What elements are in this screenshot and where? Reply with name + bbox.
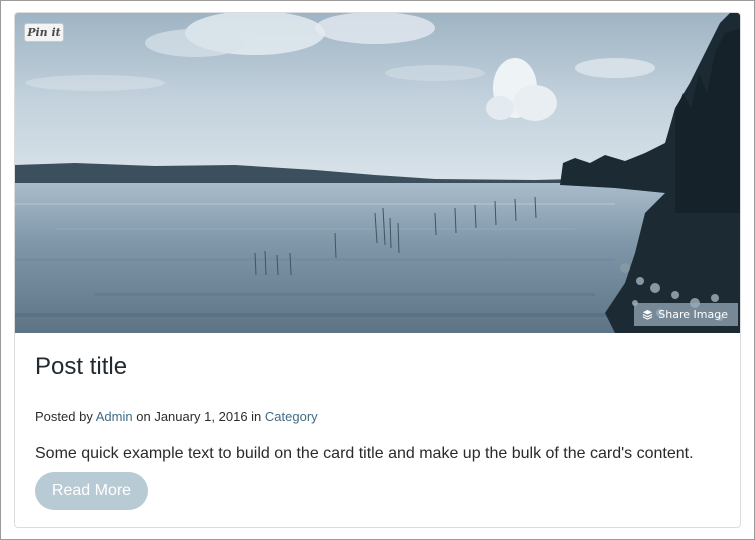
author-link[interactable]: Admin [96,409,133,424]
post-meta: Posted by Admin on January 1, 2016 in Ca… [35,409,318,424]
post-excerpt: Some quick example text to build on the … [35,445,694,462]
post-date: January 1, 2016 [154,409,248,424]
pin-it-button[interactable]: Pin it [24,23,64,42]
meta-on: on [136,409,151,424]
meta-in: in [251,409,262,424]
category-link[interactable]: Category [265,409,318,424]
share-image-button[interactable]: Share Image [634,303,738,326]
share-image-label: Share Image [658,308,728,321]
read-more-button[interactable]: Read More [35,472,148,510]
post-title: Post title [35,353,128,380]
layers-icon [642,309,653,320]
meta-posted-by: Posted by [35,409,93,424]
post-card: Pin it Share Image Post title Posted by … [14,12,741,528]
card-image: Pin it Share Image [15,13,740,333]
lake-landscape-image [15,13,740,333]
window-frame: Pin it Share Image Post title Posted by … [0,0,755,540]
